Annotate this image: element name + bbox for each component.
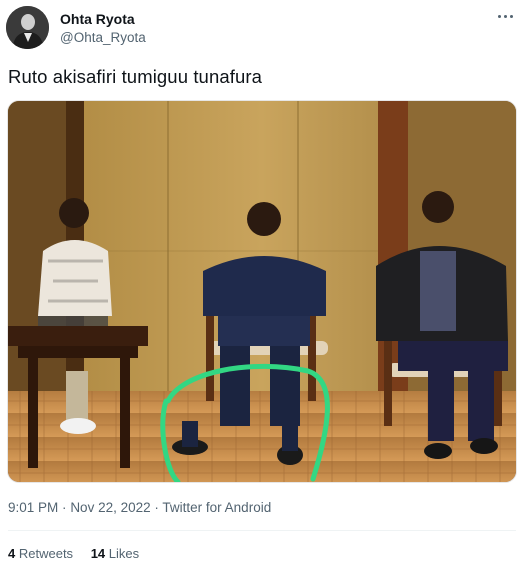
likes-count: 14	[90, 546, 106, 561]
photo-illustration	[8, 101, 516, 482]
tweet-time: 9:01 PM	[8, 500, 59, 515]
author-display-name[interactable]: Ohta Ryota	[60, 11, 135, 27]
author-handle[interactable]: @Ohta_Ryota	[60, 30, 146, 45]
divider	[8, 530, 516, 531]
author-avatar[interactable]	[6, 6, 49, 49]
tweet-stats: 4 Retweets 14 Likes	[8, 546, 153, 561]
retweets-label: Retweets	[18, 546, 74, 561]
likes-stat[interactable]: 14 Likes	[91, 546, 139, 561]
more-dots-icon[interactable]	[497, 12, 515, 22]
retweets-count: 4	[8, 546, 16, 561]
retweets-stat[interactable]: 4 Retweets	[8, 546, 73, 561]
likes-label: Likes	[108, 546, 140, 561]
meta-separator: ·	[62, 500, 67, 515]
tweet-text: Ruto akisafiri tumiguu tunafura	[8, 66, 263, 87]
tweet-timestamp[interactable]: 9:01 PM · Nov 22, 2022 · Twitter for And…	[8, 500, 271, 515]
tweet-source: Twitter for Android	[162, 500, 272, 515]
tweet-date: Nov 22, 2022	[70, 500, 151, 515]
meta-separator: ·	[154, 500, 159, 515]
tweet-photo[interactable]	[7, 100, 517, 483]
